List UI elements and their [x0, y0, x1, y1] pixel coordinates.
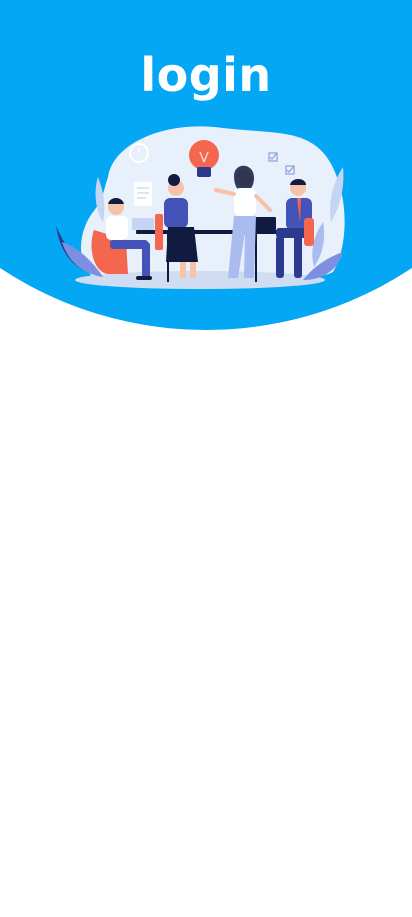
team-meeting-illustration	[56, 126, 345, 289]
login-form-area	[0, 330, 412, 917]
login-header: login	[0, 0, 412, 330]
page-title: login	[140, 48, 272, 102]
